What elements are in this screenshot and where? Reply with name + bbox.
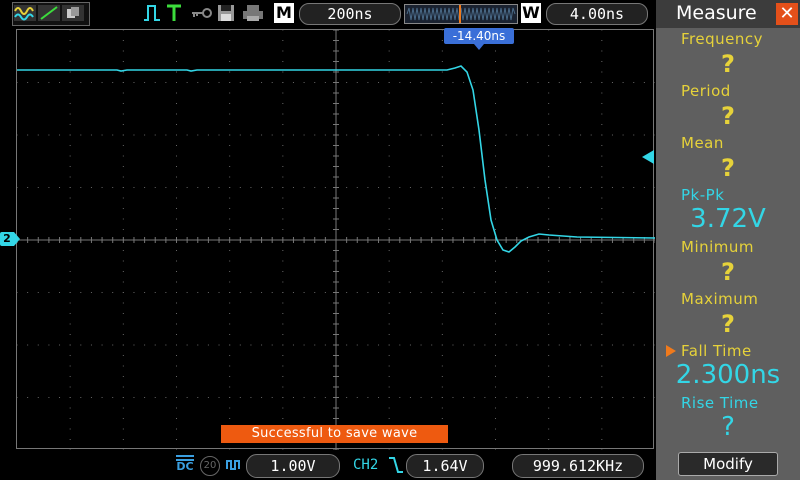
selected-arrow-icon bbox=[666, 345, 676, 357]
measure-value-minimum: ? bbox=[721, 258, 735, 286]
measure-value-risetime: ? bbox=[721, 412, 735, 442]
trigger-level-marker[interactable] bbox=[642, 150, 654, 164]
timebase-mode-indicator: M bbox=[274, 3, 294, 23]
trigger-level-display[interactable]: 1.64V bbox=[406, 454, 484, 478]
measure-value-frequency: ? bbox=[721, 50, 735, 78]
print-icon[interactable] bbox=[242, 4, 264, 22]
measure-value-mean: ? bbox=[721, 154, 735, 182]
measure-label-risetime[interactable]: Rise Time bbox=[681, 394, 759, 412]
key-lock-icon[interactable] bbox=[190, 4, 214, 22]
waveform-display[interactable] bbox=[16, 29, 655, 450]
measure-title: Measure bbox=[676, 2, 757, 24]
measure-label-period[interactable]: Period bbox=[681, 82, 731, 100]
measure-label-maximum[interactable]: Maximum bbox=[681, 290, 758, 308]
measure-value-maximum: ? bbox=[721, 310, 735, 338]
trigger-source-label: CH2 bbox=[353, 457, 379, 473]
top-status-bar: M 200ns W 4.00ns bbox=[0, 0, 656, 28]
measure-panel-header: Measure ✕ bbox=[656, 0, 800, 28]
window-time-display[interactable]: 4.00ns bbox=[546, 3, 648, 25]
save-notification-toast: Successful to save wave bbox=[221, 425, 448, 443]
measure-panel: Measure ✕ Frequency ? Period ? Mean ? Pk… bbox=[656, 0, 800, 480]
timebase-display[interactable]: 200ns bbox=[299, 3, 401, 25]
frequency-counter-display: 999.612KHz bbox=[512, 454, 644, 478]
dc-coupling-icon: DC bbox=[176, 455, 194, 475]
trigger-pulse-icon[interactable] bbox=[143, 4, 161, 22]
memory-position-bar[interactable] bbox=[404, 4, 518, 24]
falling-edge-icon bbox=[388, 456, 404, 478]
measure-value-pkpk: 3.72V bbox=[690, 204, 766, 234]
window-mode-indicator: W bbox=[521, 3, 541, 23]
measure-value-period: ? bbox=[721, 102, 735, 130]
measure-label-mean[interactable]: Mean bbox=[681, 134, 724, 152]
measure-label-falltime[interactable]: Fall Time bbox=[681, 342, 752, 360]
close-button[interactable]: ✕ bbox=[776, 3, 798, 25]
trigger-position-marker[interactable]: -14.40ns bbox=[444, 28, 514, 50]
ch2-waveform-trace bbox=[17, 65, 655, 253]
measure-label-pkpk[interactable]: Pk-Pk bbox=[681, 186, 724, 204]
ch2-ground-marker[interactable]: 2 bbox=[0, 232, 20, 246]
ch1-scale-display[interactable]: 1.00V bbox=[246, 454, 340, 478]
modify-button[interactable]: Modify bbox=[678, 452, 778, 476]
bandwidth-limit-icon: 20 bbox=[200, 456, 220, 476]
cursor-icon[interactable] bbox=[38, 4, 60, 22]
trigger-T-icon[interactable] bbox=[166, 4, 182, 22]
invert-icon bbox=[226, 457, 242, 477]
persist-icon[interactable] bbox=[62, 4, 84, 22]
measure-label-frequency[interactable]: Frequency bbox=[681, 30, 763, 48]
bottom-status-bar: DC 20 1.00V CH2 1.64V 999.612KHz bbox=[0, 452, 656, 480]
autoset-waveform-icon[interactable] bbox=[14, 4, 36, 22]
measure-value-falltime: 2.300ns bbox=[675, 360, 781, 390]
save-disk-icon[interactable] bbox=[216, 4, 236, 22]
measure-label-minimum[interactable]: Minimum bbox=[681, 238, 754, 256]
